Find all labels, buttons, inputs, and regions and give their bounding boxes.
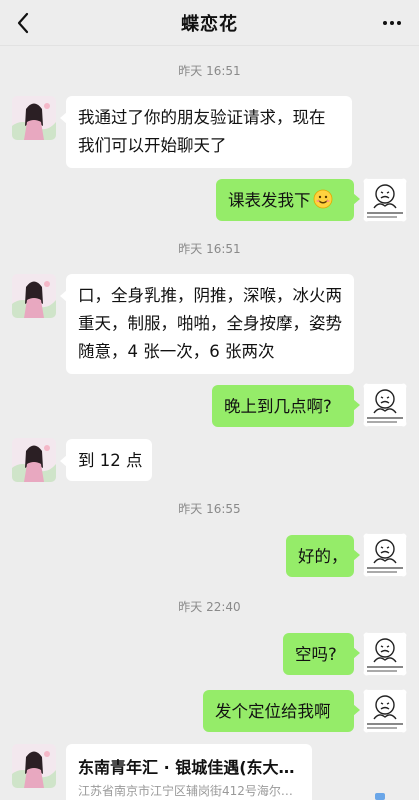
location-title: 东南青年汇 · 银城佳遇(东大…	[78, 758, 295, 777]
message-text: 到 12 点	[78, 451, 143, 470]
my-avatar[interactable]	[363, 689, 407, 733]
message-text: 口，全身乳推，阴推，深喉，冰火两重天，制服，啪啪，全身按摩，姿势随意，4 张一次…	[78, 286, 342, 361]
avatar-image	[12, 274, 56, 318]
more-button[interactable]	[379, 12, 405, 34]
timestamp: 昨天 22:40	[178, 600, 241, 614]
message-bubble-incoming[interactable]: 我通过了你的朋友验证请求，现在我们可以开始聊天了	[60, 96, 352, 168]
timestamp: 昨天 16:51	[178, 242, 241, 256]
my-avatar[interactable]	[363, 533, 407, 577]
more-dots-icon	[383, 21, 387, 25]
contact-avatar[interactable]	[12, 274, 56, 318]
my-avatar[interactable]	[363, 178, 407, 222]
location-address: 江苏省南京市江宁区辅岗街412号海尔…	[78, 784, 293, 798]
contact-avatar[interactable]	[12, 744, 56, 788]
message-bubble-incoming[interactable]: 口，全身乳推，阴推，深喉，冰火两重天，制服，啪啪，全身按摩，姿势随意，4 张一次…	[60, 274, 354, 374]
message-bubble-outgoing[interactable]: 晚上到几点啊?	[212, 385, 360, 427]
avatar-image	[12, 96, 56, 140]
message-bubble-outgoing[interactable]: 发个定位给我啊	[203, 690, 360, 732]
contact-avatar[interactable]	[12, 438, 56, 482]
message-text: 好的，	[298, 547, 348, 566]
message-text: 课表发我下	[228, 191, 311, 210]
message-text: 我通过了你的朋友验证请求，现在我们可以开始聊天了	[78, 108, 326, 155]
more-dot	[390, 21, 394, 25]
my-avatar-image	[363, 689, 407, 733]
chat-header: 蝶恋花	[0, 0, 419, 46]
my-avatar-image	[363, 178, 407, 222]
my-avatar-image	[363, 632, 407, 676]
location-card[interactable]: 东南青年汇 · 银城佳遇(东大… 江苏省南京市江宁区辅岗街412号海尔…	[66, 744, 312, 800]
smile-emoji-icon	[313, 189, 333, 209]
timestamp: 昨天 16:51	[178, 64, 241, 78]
avatar-image	[12, 744, 56, 788]
message-bubble-incoming[interactable]: 到 12 点	[60, 439, 152, 481]
message-bubble-outgoing[interactable]: 空吗?	[283, 633, 360, 675]
my-avatar-image	[363, 533, 407, 577]
chat-title: 蝶恋花	[181, 14, 238, 35]
my-avatar-image	[363, 383, 407, 427]
message-text: 发个定位给我啊	[215, 702, 331, 721]
contact-avatar[interactable]	[12, 96, 56, 140]
message-bubble-outgoing[interactable]: 课表发我下	[216, 179, 360, 221]
my-avatar[interactable]	[363, 632, 407, 676]
more-dot	[397, 21, 401, 25]
my-avatar[interactable]	[363, 383, 407, 427]
message-bubble-outgoing[interactable]: 好的，	[286, 535, 360, 577]
scroll-indicator	[375, 793, 385, 800]
message-text: 空吗?	[295, 645, 337, 664]
message-text: 晚上到几点啊?	[224, 397, 332, 416]
timestamp: 昨天 16:55	[178, 502, 241, 516]
avatar-image	[12, 438, 56, 482]
